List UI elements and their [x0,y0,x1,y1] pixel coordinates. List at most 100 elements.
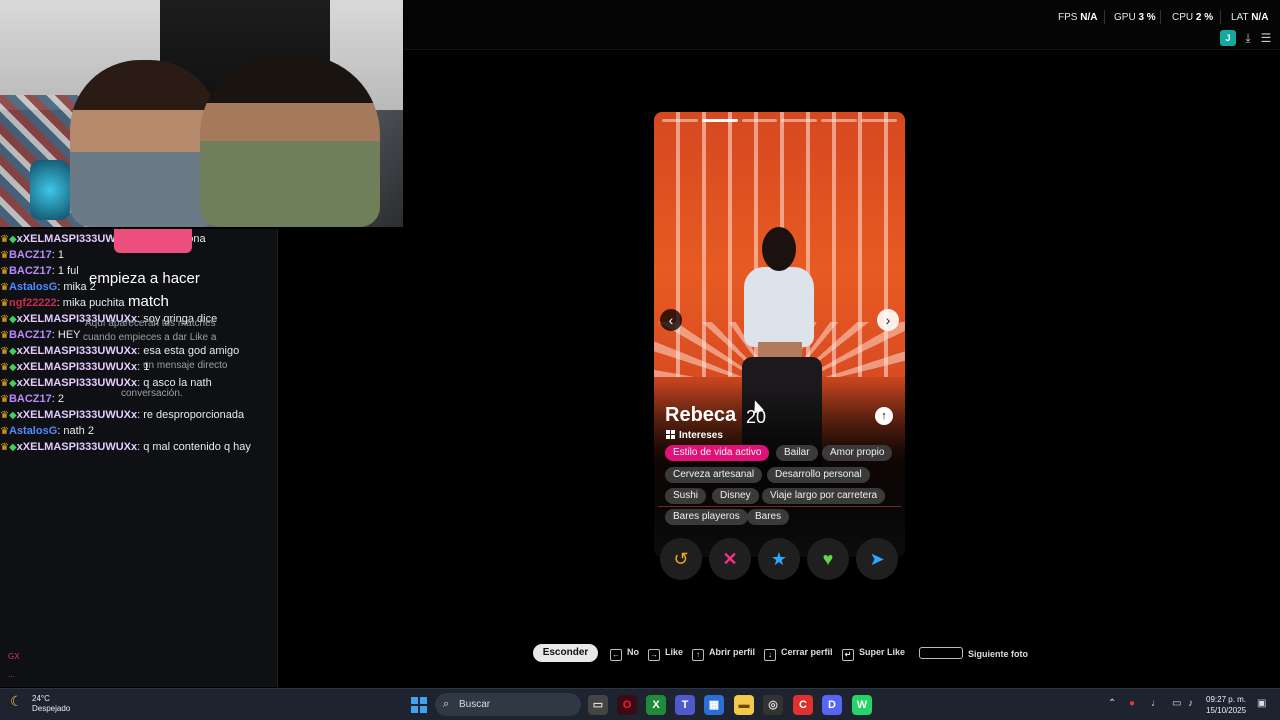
super-like-button[interactable]: ★ [758,538,800,580]
photo-progress-segment [821,119,858,122]
empty-matches-line: cuando empieces a dar Like a [83,332,217,343]
shortcut-open-profile: ↑ Abrir perfil [692,647,755,661]
diamond-badge-icon: ◆ [8,410,17,421]
chevron-up-icon[interactable]: ⌃ [1108,698,1116,709]
prev-photo-button[interactable]: ‹ [660,309,682,331]
chat-message: ♛BACZ17: HEY [0,327,81,344]
chat-footer-dots: ... [8,670,15,679]
folder-icon[interactable]: ▬ [734,695,754,715]
task-view-icon[interactable]: ▭ [588,695,608,715]
capcut-icon[interactable]: C [793,695,813,715]
chat-username[interactable]: xXELMASPI333UWUXx [17,345,137,357]
store-icon[interactable]: ▦ [704,695,724,715]
empty-matches-line: Aquí aparecerán tus matches [85,318,216,329]
interest-chip: Bailar [776,445,818,461]
chat-text: : 2 [51,393,64,405]
chat-username[interactable]: BACZ17 [9,265,52,277]
diamond-badge-icon: ◆ [8,346,17,357]
steam-icon[interactable]: ◎ [763,695,783,715]
stats-divider [1160,10,1161,24]
crown-badge-icon: ♛ [0,410,9,421]
webcam-feed [0,0,403,227]
crown-badge-icon: ♛ [0,234,9,245]
chat-username[interactable]: BACZ17 [9,393,52,405]
grid-icon [666,430,675,439]
chat-username[interactable]: xXELMASPI333UWUXx [17,441,137,453]
start-button[interactable] [411,697,427,713]
microphone-icon[interactable]: ♩ [1151,698,1161,709]
user-avatar[interactable]: J [1220,30,1236,46]
boost-button[interactable]: ➤ [856,538,898,580]
notification-icon[interactable]: ▣ [1257,698,1266,709]
interest-chip: Sushi [665,488,707,504]
rewind-button[interactable]: ↺ [660,538,702,580]
opera-gx-icon[interactable]: O [617,695,637,715]
diamond-badge-icon: ◆ [8,234,17,245]
opera-tray-icon[interactable]: ● [1129,698,1135,709]
diamond-badge-icon: ◆ [8,362,17,373]
shortcut-no: ← No [610,647,639,661]
photo-progress-segment [701,119,738,122]
chat-username[interactable]: AstalosG [9,425,57,437]
photo-progress-segment [781,119,818,122]
shortcut-super-like: ↵ Super Like [842,647,905,661]
enter-key-icon: ↵ [842,649,854,661]
chat-username[interactable]: BACZ17 [9,249,52,261]
interest-chip: Desarrollo personal [767,467,870,483]
crown-badge-icon: ♛ [0,426,9,437]
crown-badge-icon: ♛ [0,298,9,309]
stats-divider [1104,10,1105,24]
search-icon: ⌕ [443,698,450,710]
webcam-lamp [30,160,70,220]
chat-username[interactable]: xXELMASPI333UWUXx [17,377,137,389]
photo-progress-segment [741,119,778,122]
photo-person-shirt [744,267,814,347]
chat-footer-gx: GX [8,652,20,661]
chat-message: ♛◆xXELMASPI333UWUXx: q mal contenido q h… [0,439,251,456]
diamond-badge-icon: ◆ [8,314,17,325]
chat-message: ♛AstalosG: mika 2 [0,279,96,296]
taskbar-clock[interactable]: 09:27 p. m. 15/10/2025 [1206,694,1246,716]
chat-username[interactable]: ngf22222 [9,297,57,309]
chat-username[interactable]: xXELMASPI333UWUXx [17,409,137,421]
taskbar-search[interactable]: ⌕ Buscar [435,693,581,716]
shortcut-close-profile: ↓ Cerrar perfil [764,647,833,661]
crown-badge-icon: ♛ [0,362,9,373]
network-icon[interactable]: ▭ [1172,698,1181,709]
chat-message: ♛◆xXELMASPI333UWUXx: esa esta god amigo [0,343,239,360]
diamond-badge-icon: ◆ [8,442,17,453]
chat-text: : nath 2 [57,425,94,437]
moon-icon: ☾ [10,693,23,709]
discord-icon[interactable]: D [822,695,842,715]
open-profile-button[interactable]: ↑ [875,407,893,425]
stream-chat: ♛◆xXELMASPI333UWUXx: mika bezona♛BACZ17:… [0,229,278,687]
whatsapp-icon[interactable]: W [852,695,872,715]
cpu-readout: CPU 2 % [1172,12,1214,23]
next-photo-button[interactable]: › [877,309,899,331]
chat-message: ♛◆xXELMASPI333UWUXx: re desproporcionada [0,407,244,424]
hide-button[interactable]: Esconder [533,644,598,662]
volume-icon[interactable]: ♪ [1188,698,1193,709]
empty-matches-line: conversación. [121,388,183,399]
menu-icon[interactable]: ☰ [1258,30,1274,46]
profile-name: Rebeca [665,404,737,426]
interest-chip: Bares playeros [665,509,748,525]
photo-person-head [762,227,796,271]
xbox-icon[interactable]: X [646,695,666,715]
interest-chip: Estilo de vida activo [665,445,770,461]
chat-text: : re desproporcionada [137,409,245,421]
chat-username[interactable]: xXELMASPI333UWUXx [17,361,137,373]
teams-icon[interactable]: T [675,695,695,715]
empty-matches-title-1: empieza a hacer [89,270,200,287]
chat-text: : esa esta god amigo [137,345,240,357]
chat-username[interactable]: BACZ17 [9,329,52,341]
fps-readout: FPS N/A [1058,12,1098,23]
crown-badge-icon: ♛ [0,378,9,389]
chat-text: : mika puchita [56,297,125,309]
download-icon[interactable]: ⤓ [1240,30,1256,46]
nope-button[interactable]: ✕ [709,538,751,580]
chat-username[interactable]: AstalosG [9,281,57,293]
like-button[interactable]: ♥ [807,538,849,580]
interest-chip: Amor propio [822,445,893,461]
profile-card[interactable]: ‹ › Rebeca 20 ↑ Intereses Estilo de vida… [654,112,905,557]
